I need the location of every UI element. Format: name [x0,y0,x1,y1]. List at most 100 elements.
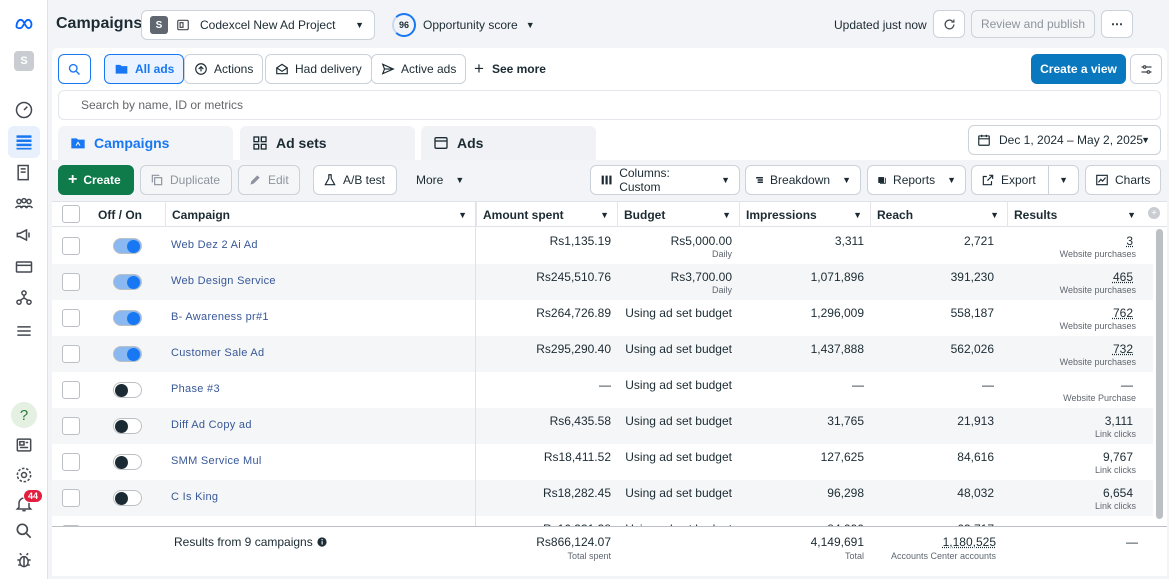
col-amount-spent[interactable]: Amount spent ▼ [476,202,617,227]
campaign-name-link[interactable]: C Is King [171,491,218,503]
row-checkbox[interactable] [62,309,80,327]
campaign-toggle[interactable] [113,238,142,254]
see-more-filters[interactable]: + See more [474,54,546,84]
campaign-name-link[interactable]: Diff Ad Copy ad [171,419,252,431]
menu-icon[interactable] [11,318,37,344]
business-assets-icon[interactable] [11,285,37,311]
tab-ads[interactable]: Ads [421,126,596,160]
campaign-name-link[interactable]: Customer Sale Ad [171,347,264,359]
row-checkbox[interactable] [62,489,80,507]
col-reach[interactable]: Reach ▼ [870,202,1007,227]
audiences-icon[interactable] [11,191,37,217]
table-row[interactable]: SMM Service Mul Rs18,411.52 Using ad set b… [52,444,1153,480]
campaign-toggle[interactable] [113,346,142,362]
search-button[interactable] [58,54,91,84]
table-row[interactable]: Phase #3— Using ad set budget — — — Website P… [52,372,1153,408]
tab-ad-sets[interactable]: Ad sets [240,126,415,160]
select-all-checkbox[interactable] [62,205,80,223]
dashboard-gauge-icon[interactable] [11,97,37,123]
row-checkbox[interactable] [62,381,80,399]
settings-gear-icon[interactable] [11,462,37,488]
info-icon[interactable] [317,537,327,547]
table-row[interactable]: Web Dez 2 Ai Ad Rs1,135.19 Rs5,000.00 Daily… [52,228,1153,264]
results-cell: 3 [1126,234,1133,248]
filter-all-ads[interactable]: All ads [104,54,185,84]
duplicate-button[interactable]: Duplicate [140,165,232,195]
view-settings-button[interactable] [1130,54,1162,84]
row-checkbox[interactable] [62,237,80,255]
row-checkbox[interactable] [62,273,80,291]
campaign-toggle[interactable] [113,490,142,506]
impressions-cell: 1,437,888 [810,342,864,356]
campaign-toggle[interactable] [113,274,142,290]
campaign-toggle[interactable] [113,382,142,398]
filter-actions[interactable]: Actions [184,54,264,84]
row-checkbox[interactable] [62,345,80,363]
col-results[interactable]: Results ▼ [1007,202,1144,227]
row-checkbox[interactable] [62,417,80,435]
news-icon[interactable] [11,432,37,458]
budget-cell: Using ad set budget [625,378,732,392]
reach-cell: 562,026 [950,342,994,356]
export-button[interactable]: Export ▼ [971,165,1079,195]
reports-button[interactable]: Reports ▼ [867,165,966,195]
vertical-scrollbar[interactable] [1156,229,1163,519]
chevron-down-icon[interactable]: ▼ [1059,175,1068,185]
pages-icon[interactable] [11,160,37,186]
help-icon[interactable]: ? [11,402,37,428]
search-icon[interactable] [11,518,37,544]
col-campaign[interactable]: Campaign ▼ [165,202,475,227]
filter-active-ads[interactable]: Active ads [371,54,467,84]
ads-manager-table-icon[interactable] [8,126,40,158]
campaign-toggle[interactable] [113,418,142,434]
table-row[interactable]: Customer Sale Ad Rs295,290.40 Using ad set… [52,336,1153,372]
more-actions-button[interactable]: More ▼ [406,165,468,195]
opportunity-score[interactable]: 96 Opportunity score ▼ [392,13,535,37]
project-selector[interactable]: S Codexcel New Ad Project ▼ [141,10,375,40]
updated-status: Updated just now [834,18,927,32]
megaphone-icon[interactable] [11,222,37,248]
table-row[interactable]: C Is King Rs18,282.45 Using ad set budget 9… [52,480,1153,516]
bug-report-icon[interactable] [11,547,37,573]
breakdown-label: Breakdown [770,173,831,187]
columns-button[interactable]: Columns: Custom ▼ [590,165,740,195]
chevron-down-icon: ▼ [525,20,535,30]
campaign-name-link[interactable]: Web Dez 2 Ai Ad [171,239,258,251]
create-view-button[interactable]: Create a view [1031,54,1126,84]
more-options-button[interactable]: ⋯ [1101,10,1133,38]
review-and-publish-button[interactable]: Review and publish [971,10,1095,38]
budget-cell: Using ad set budget [625,486,732,500]
amount-spent-cell: Rs295,290.40 [536,342,611,356]
campaign-toggle[interactable] [113,454,142,470]
impressions-cell: 1,296,009 [810,306,864,320]
table-row[interactable]: Diff Ad Copy ad Rs6,435.58 Using ad set bu… [52,408,1153,444]
table-row[interactable]: B- Awareness pr#1 Rs264,726.89 Using ad se… [52,300,1153,336]
col-impressions[interactable]: Impressions ▼ [739,202,870,227]
campaign-name-link[interactable]: SMM Service Mul [171,455,262,467]
date-range-picker[interactable]: Dec 1, 2024 – May 2, 2025 ▼ [968,125,1161,155]
tab-campaigns[interactable]: Campaigns [58,126,233,160]
add-column-icon[interactable]: + [1148,207,1160,219]
create-button[interactable]: + Create [58,165,134,195]
ab-test-button[interactable]: A/B test [313,165,397,195]
breakdown-button[interactable]: Breakdown ▼ [745,165,861,195]
col-amount-spent-label: Amount spent [483,207,564,222]
campaign-folder-icon [71,138,85,149]
search-input[interactable]: Search by name, ID or metrics [58,90,1161,120]
charts-button[interactable]: Charts [1085,165,1161,195]
filter-had-delivery[interactable]: Had delivery [265,54,372,84]
edit-button[interactable]: Edit [238,165,300,195]
row-checkbox[interactable] [62,453,80,471]
campaign-name-link[interactable]: B- Awareness pr#1 [171,311,269,323]
refresh-button[interactable] [933,10,965,38]
account-avatar[interactable]: S [14,51,34,71]
folder-icon [115,64,128,74]
opportunity-score-value: 96 [392,13,416,37]
table-row[interactable]: Web Design Service Rs245,510.76 Rs3,700.00… [52,264,1153,300]
billing-card-icon[interactable] [11,254,37,280]
meta-logo-icon[interactable] [11,11,37,37]
col-budget[interactable]: Budget ▼ [617,202,739,227]
campaign-name-link[interactable]: Phase #3 [171,383,220,395]
campaign-name-link[interactable]: Web Design Service [171,275,276,287]
campaign-toggle[interactable] [113,310,142,326]
